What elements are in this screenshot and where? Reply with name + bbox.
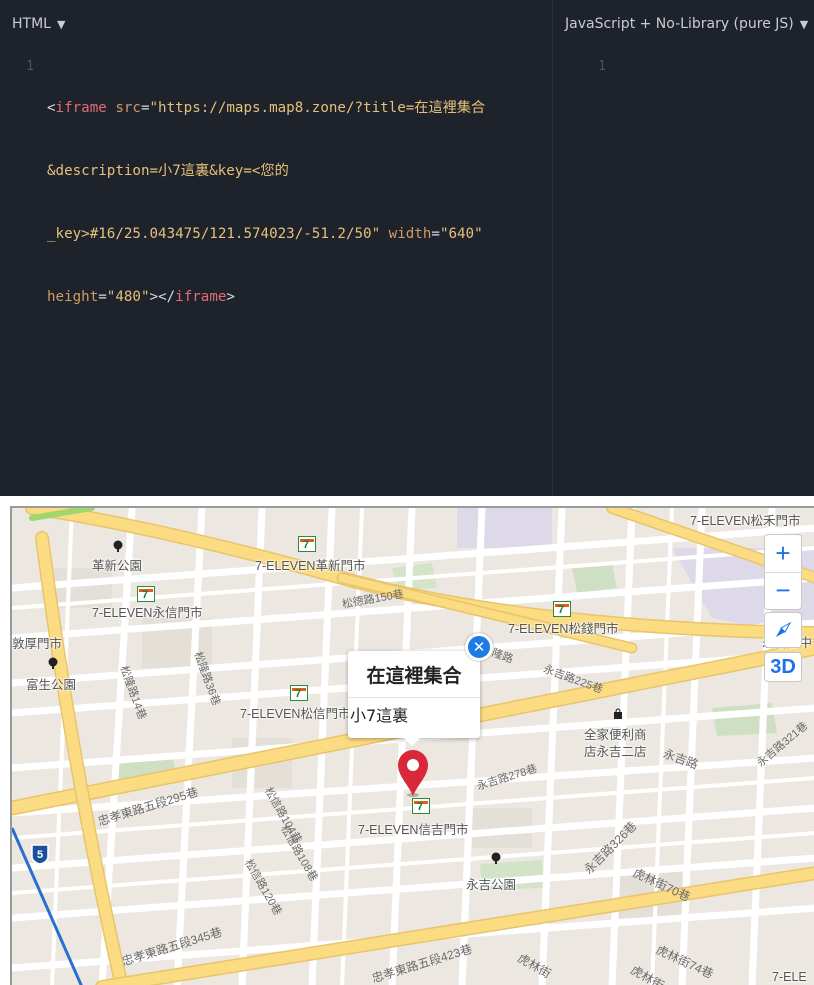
place-label: 敦厚門市 — [12, 637, 63, 651]
zoom-control[interactable]: + − — [764, 534, 802, 610]
code-line-4: height="480"></iframe> — [47, 289, 235, 305]
place-label: 7-ELEVEN革新門市 — [255, 559, 366, 573]
tree-icon — [491, 852, 501, 864]
code-editor: HTML ▼ 1 <iframe src="https://maps.map8.… — [0, 0, 814, 496]
map-pin-icon[interactable] — [396, 748, 430, 798]
html-pane-header[interactable]: HTML ▼ — [0, 0, 552, 48]
route-number: 5 — [37, 849, 43, 861]
seven-eleven-icon[interactable] — [553, 601, 571, 617]
zoom-out-button[interactable]: − — [765, 571, 801, 609]
js-line-number: 1 — [598, 59, 606, 74]
map-iframe[interactable]: 革新公園 7-ELEVEN革新門市 7-ELEVEN永信門市 7-ELEVEN松… — [10, 506, 814, 985]
chevron-down-icon: ▼ — [56, 17, 66, 31]
html-pane-label: HTML — [12, 16, 51, 32]
place-label: 7-ELEVEN松禾門市 — [690, 514, 801, 528]
close-icon[interactable]: ✕ — [465, 633, 493, 661]
popup-description: 小7這裏 — [350, 706, 409, 725]
compass-icon — [776, 621, 792, 637]
code-lines[interactable]: <iframe src="https://maps.map8.zone/?tit… — [47, 56, 522, 350]
seven-eleven-icon[interactable] — [290, 685, 308, 701]
line-number: 1 — [26, 59, 34, 74]
seven-eleven-icon[interactable] — [412, 798, 430, 814]
shopping-bag-icon — [614, 708, 622, 719]
js-pane-label: JavaScript + No-Library (pure JS) — [565, 16, 794, 32]
code-line-2: &description=小7這裏&key=<您的 — [47, 163, 289, 179]
place-label: 7-ELEVEN信吉門市 — [358, 823, 469, 837]
place-label: 富生公園 — [26, 678, 77, 692]
place-label: 7-ELEVEN永信門市 — [92, 606, 203, 620]
seven-eleven-icon[interactable] — [137, 586, 155, 602]
code-line-1: <iframe src="https://maps.map8.zone/?tit… — [47, 100, 486, 116]
popup-tail — [404, 738, 420, 746]
place-label: 7-ELEVEN松信門市 — [240, 707, 351, 721]
place-label: 永吉公園 — [466, 878, 517, 892]
tree-icon — [48, 657, 58, 669]
seven-eleven-icon[interactable] — [298, 536, 316, 552]
chevron-down-icon: ▼ — [799, 17, 809, 31]
place-label: 7-ELE — [772, 970, 807, 984]
map-popup: 在這裡集合 小7這裏 — [348, 651, 480, 746]
map-base[interactable] — [12, 508, 814, 985]
highway-shield-icon: 5 — [31, 844, 49, 865]
map-preview: 革新公園 7-ELEVEN革新門市 7-ELEVEN永信門市 7-ELEVEN松… — [0, 496, 814, 985]
popup-title: 在這裡集合 — [348, 651, 480, 698]
3d-toggle-button[interactable]: 3D — [764, 652, 802, 682]
compass-button[interactable] — [764, 612, 802, 648]
place-label: 7-ELEVEN松錢門市 — [508, 622, 619, 636]
place-label: 革新公園 — [92, 559, 143, 573]
code-line-3: _key>#16/25.043475/121.574023/-51.2/50" … — [47, 226, 483, 242]
place-label: 店永吉二店 — [584, 745, 647, 759]
tree-icon — [113, 540, 123, 552]
html-pane[interactable]: HTML ▼ 1 <iframe src="https://maps.map8.… — [0, 0, 552, 496]
js-pane-header[interactable]: JavaScript + No-Library (pure JS) ▼ — [553, 0, 814, 48]
zoom-in-button[interactable]: + — [765, 535, 801, 572]
